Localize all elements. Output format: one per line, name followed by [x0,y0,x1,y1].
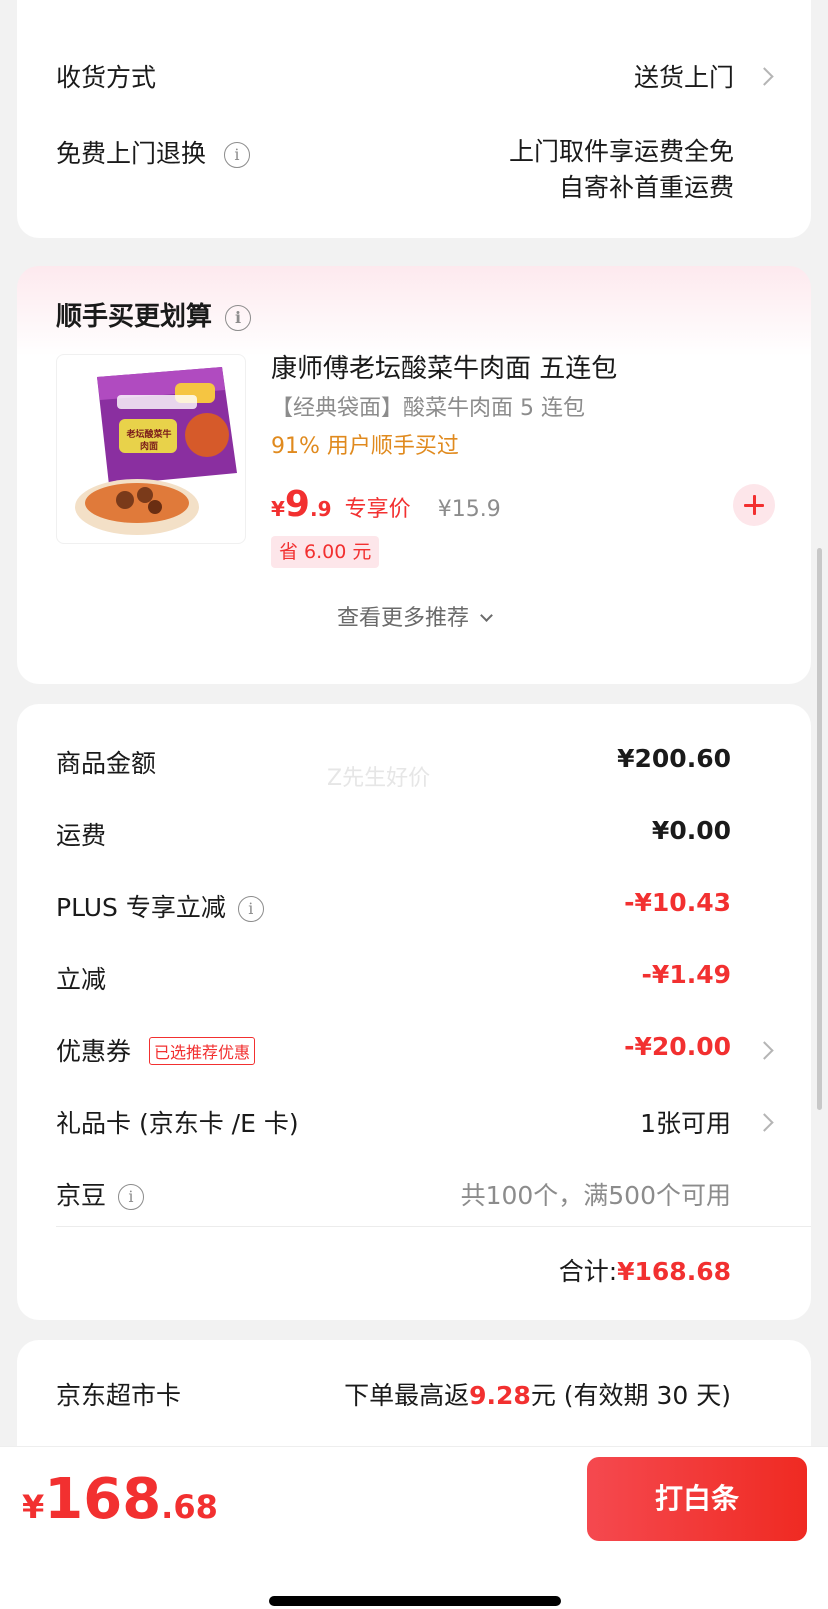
info-icon[interactable]: i [237,896,264,922]
add-to-cart-button[interactable] [733,484,775,526]
divider [56,1226,811,1227]
goods-amount-value: ¥200.60 [617,744,731,773]
save-badge: 省 6.00 元 [271,536,380,568]
delivery-method-value: 送货上门 [633,63,734,92]
price-tag: 专享价 [344,497,411,522]
delivery-method-label: 收货方式 [56,63,157,92]
info-icon[interactable]: i [117,1184,144,1210]
total-value: ¥168.68 [617,1257,731,1286]
total-label: 合计: [558,1257,618,1286]
plus-discount-value: -¥10.43 [624,888,731,917]
chevron-right-icon [755,1041,774,1060]
addon-card: 顺手买更划算 i 老坛酸菜牛肉面 康师傅老坛酸菜牛肉面 五连包 【经典袋面】酸菜… [17,266,811,684]
chevron-right-icon [755,1113,774,1132]
market-card-cashback: 下单最高返9.28元 (有效期 30 天) [344,1381,731,1410]
shipping-value: ¥0.00 [651,816,731,845]
free-return-line1: 上门取件享运费全免 [508,137,734,166]
footer-total-price: ¥168.68 [22,1467,218,1532]
scrollbar[interactable] [817,548,822,1110]
product-price: ¥9.9 专享价 ¥15.9 [271,484,501,525]
info-icon[interactable]: i [225,304,252,331]
total-row: 合计:¥168.68 [559,1252,731,1288]
info-icon[interactable]: i [223,142,250,168]
see-more-recommendations[interactable]: 查看更多推荐 [17,600,811,632]
delivery-card: 收货方式 送货上门 免费上门退换 i 上门取件享运费全免 自寄补首重运费 [17,0,811,238]
jd-beans-value: 共100个，满500个可用 [460,1181,731,1210]
pay-button[interactable]: 打白条 [587,1457,807,1541]
watermark: Z先生好价 [327,766,431,791]
original-price: ¥15.9 [437,497,501,522]
chevron-down-icon [480,609,493,622]
direct-discount-row: 立减 -¥1.49 [56,960,731,994]
addon-title: 顺手买更划算 i [56,296,252,333]
direct-discount-value: -¥1.49 [641,960,731,989]
product-image[interactable]: 老坛酸菜牛肉面 [56,354,246,544]
buy-stat: 91% 用户顺手买过 [271,434,459,459]
jd-beans-row: 京豆 i 共100个，满500个可用 [17,1176,811,1216]
free-return-row: 免费上门退换 i 上门取件享运费全免 自寄补首重运费 [17,128,811,208]
product-name[interactable]: 康师傅老坛酸菜牛肉面 五连包 [271,348,617,385]
chevron-right-icon [755,67,774,86]
coupon-row[interactable]: 优惠券 已选推荐优惠 -¥20.00 [17,1032,811,1072]
market-card: 京东超市卡 下单最高返9.28元 (有效期 30 天) [17,1340,811,1460]
plus-discount-row: PLUS 专享立减 i -¥10.43 [56,888,731,922]
coupon-value: -¥20.00 [624,1032,731,1061]
free-return-line2: 自寄补首重运费 [558,173,734,202]
coupon-badge: 已选推荐优惠 [148,1037,255,1065]
bottom-bar: ¥168.68 打白条 [0,1446,828,1609]
price-summary-card: 商品金额 ¥200.60 Z先生好价 运费 ¥0.00 PLUS 专享立减 i … [17,704,811,1320]
market-card-label: 京东超市卡 [56,1381,182,1410]
product-image-text: 老坛酸菜牛肉面 [126,430,172,452]
home-indicator [269,1596,561,1606]
free-return-label: 免费上门退换 i [56,134,250,170]
gift-card-value: 1张可用 [640,1109,731,1138]
product-subtitle: 【经典袋面】酸菜牛肉面 5 连包 [271,396,585,421]
gift-card-row[interactable]: 礼品卡 (京东卡 /E 卡) 1张可用 [17,1104,811,1144]
delivery-method-row[interactable]: 收货方式 送货上门 [17,50,811,100]
shipping-row: 运费 ¥0.00 [56,816,731,850]
